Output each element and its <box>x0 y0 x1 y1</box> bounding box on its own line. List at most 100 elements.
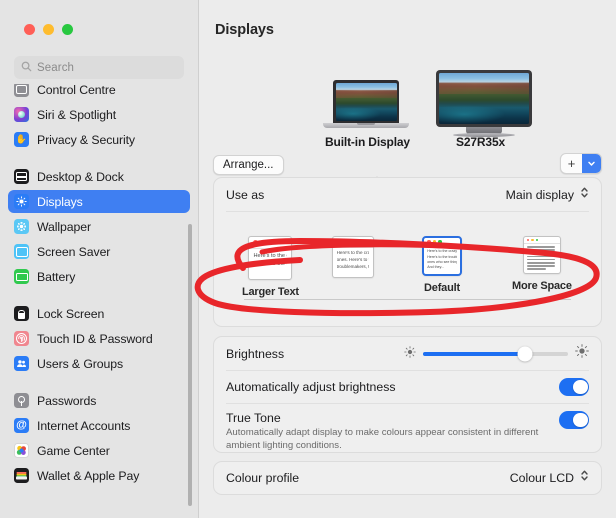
scaling-option-3[interactable]: More Space <box>512 236 572 292</box>
sidebar-item-privacy-security[interactable]: Privacy & Security <box>8 128 190 151</box>
external-display-label: S27R35x <box>456 135 505 149</box>
scaling-preview-window[interactable]: Here's to the crazy ones.Here's to the t… <box>422 236 462 276</box>
sidebar-item-battery[interactable]: Battery <box>8 265 190 288</box>
preview-text-line: Here's to the troublemakers. <box>253 261 287 268</box>
chevron-down-icon[interactable] <box>582 154 601 173</box>
up-down-chevron-icon[interactable] <box>580 186 589 204</box>
sidebar-item-lock-screen[interactable]: Lock Screen <box>8 302 190 325</box>
sidebar-item-game-center[interactable]: Game Center <box>8 439 190 462</box>
brightness-slider-fill <box>423 351 525 356</box>
preview-text-line: ones. Here's to the <box>336 257 370 263</box>
sidebar-scroll-area: Control Centre Siri & Spotlight Privacy & … <box>0 84 198 518</box>
maximize-button[interactable] <box>62 24 73 35</box>
sidebar-item-internet-accounts[interactable]: Internet Accounts <box>8 414 190 437</box>
true-tone-text-block: True Tone Automatically adapt display to… <box>226 411 556 452</box>
wallpaper-preview <box>335 82 397 121</box>
toggle-knob <box>573 412 588 427</box>
privacy-icon <box>14 132 29 147</box>
sidebar-item-label: Internet Accounts <box>37 418 131 433</box>
sidebar-item-label: Desktop & Dock <box>37 169 124 184</box>
sidebar-scrollbar-thumb[interactable] <box>188 224 192 506</box>
scaling-option-1[interactable]: Here's to the crazyones. Here's to thetr… <box>332 236 374 284</box>
preview-text-line: Here's to the crazy ones. <box>253 253 287 259</box>
scaling-preview-window[interactable]: Here's to the crazyones. Here's to thetr… <box>332 236 374 278</box>
sidebar-item-users-groups[interactable]: Users & Groups <box>8 352 190 375</box>
screen-saver-icon <box>14 244 29 259</box>
preview-body-text: Here's to the crazy ones. Here's to the t… <box>249 249 291 272</box>
minimize-button[interactable] <box>43 24 54 35</box>
sidebar-item-label: Privacy & Security <box>37 132 135 147</box>
sidebar-item-wallet-apple-pay[interactable]: Wallet & Apple Pay <box>8 464 190 487</box>
brightness-slider[interactable] <box>423 346 568 361</box>
external-display-thumbnail[interactable] <box>436 70 532 127</box>
built-in-display-label: Built-in Display <box>325 135 410 149</box>
search-icon <box>21 59 32 77</box>
sidebar-item-touch-id-password[interactable]: Touch ID & Password <box>8 327 190 350</box>
sidebar-item-label: Touch ID & Password <box>37 331 153 346</box>
preview-text-line <box>526 258 555 261</box>
lock-screen-icon <box>14 306 29 321</box>
wallpaper-preview-external <box>439 73 529 124</box>
brightness-slider-wrap[interactable] <box>404 344 589 363</box>
preview-traffic-dot <box>535 238 539 242</box>
sidebar-item-passwords[interactable]: Passwords <box>8 389 190 412</box>
arrange-button[interactable]: Arrange... <box>213 155 284 175</box>
auto-brightness-row: Automatically adjust brightness <box>226 371 589 404</box>
preview-traffic-dot <box>432 240 437 244</box>
brightness-row: Brightness <box>226 337 589 371</box>
sidebar-item-screen-saver[interactable]: Screen Saver <box>8 240 190 263</box>
true-tone-label: True Tone <box>226 411 281 425</box>
auto-brightness-label: Automatically adjust brightness <box>226 380 396 394</box>
brightness-high-icon <box>575 344 589 363</box>
use-as-value-cluster[interactable]: Main display <box>506 186 589 204</box>
scaling-preview-window[interactable] <box>522 236 561 274</box>
up-down-chevron-icon[interactable] <box>580 469 589 487</box>
sidebar-item-control-centre[interactable]: Control Centre <box>8 84 190 101</box>
sidebar-scrollbar[interactable] <box>188 84 192 508</box>
scaling-option-label: Default <box>424 282 460 294</box>
preview-text-line <box>526 261 555 264</box>
search-field[interactable]: Search <box>14 56 184 79</box>
use-as-row[interactable]: Use as Main display <box>226 178 589 212</box>
preview-traffic-dot <box>260 240 266 245</box>
preview-text-line <box>526 245 555 248</box>
true-tone-row: True Tone Automatically adapt display to… <box>226 404 589 454</box>
sidebar-item-siri-spotlight[interactable]: Siri & Spotlight <box>8 103 190 126</box>
scaling-preview-window[interactable]: Here's to the crazy ones. Here's to the t… <box>248 236 293 280</box>
use-as-value: Main display <box>505 187 574 202</box>
preview-title-bar <box>523 237 560 245</box>
sidebar-item-label: Wallet & Apple Pay <box>37 468 140 483</box>
preview-body-text <box>524 244 560 273</box>
colour-profile-row[interactable]: Colour profile Colour LCD <box>213 461 602 495</box>
preview-body-text: Here's to the crazy ones.Here's to the t… <box>424 247 460 273</box>
close-button[interactable] <box>24 24 35 35</box>
sidebar-item-displays[interactable]: Displays <box>8 190 190 213</box>
sidebar-item-desktop-dock[interactable]: Desktop & Dock <box>8 165 190 188</box>
sidebar-item-wallpaper[interactable]: Wallpaper <box>8 215 190 238</box>
main-content: Displays Arrange... Built-in Display S27… <box>199 0 616 518</box>
preview-title-bar <box>333 237 373 248</box>
built-in-display-thumbnail[interactable] <box>333 80 399 123</box>
use-as-card: Use as Main display Here's to the crazy … <box>213 177 602 327</box>
sidebar-item-label: Lock Screen <box>37 306 105 321</box>
preview-text-line <box>526 252 555 254</box>
sidebar-item-label: Displays <box>37 194 83 209</box>
sidebar: Search Control Centre Siri & Spotlight Pri… <box>0 0 199 518</box>
true-tone-toggle[interactable] <box>559 411 589 429</box>
brightness-slider-knob[interactable] <box>517 346 532 361</box>
preview-traffic-dot <box>531 238 534 242</box>
use-as-label: Use as <box>226 187 265 202</box>
colour-profile-value-cluster[interactable]: Colour LCD <box>510 469 589 487</box>
sidebar-group-separator <box>8 153 190 165</box>
auto-brightness-toggle[interactable] <box>559 378 589 396</box>
scaling-option-0[interactable]: Here's to the crazy ones. Here's to the t… <box>242 236 299 298</box>
resolution-scaling-picker[interactable]: Here's to the crazy ones. Here's to the t… <box>226 212 589 324</box>
sidebar-nav-list: Control Centre Siri & Spotlight Privacy & … <box>0 84 198 489</box>
add-display-button[interactable]: + <box>561 154 582 173</box>
page-title: Displays <box>215 22 274 38</box>
preview-text-line: And they... <box>427 265 445 270</box>
scaling-option-2[interactable]: Here's to the crazy ones.Here's to the t… <box>422 236 462 294</box>
preview-traffic-dot <box>342 239 348 244</box>
sidebar-group-2: Lock Screen Touch ID & Password Users & Gr… <box>8 302 190 375</box>
add-display-control[interactable]: + <box>560 153 602 174</box>
